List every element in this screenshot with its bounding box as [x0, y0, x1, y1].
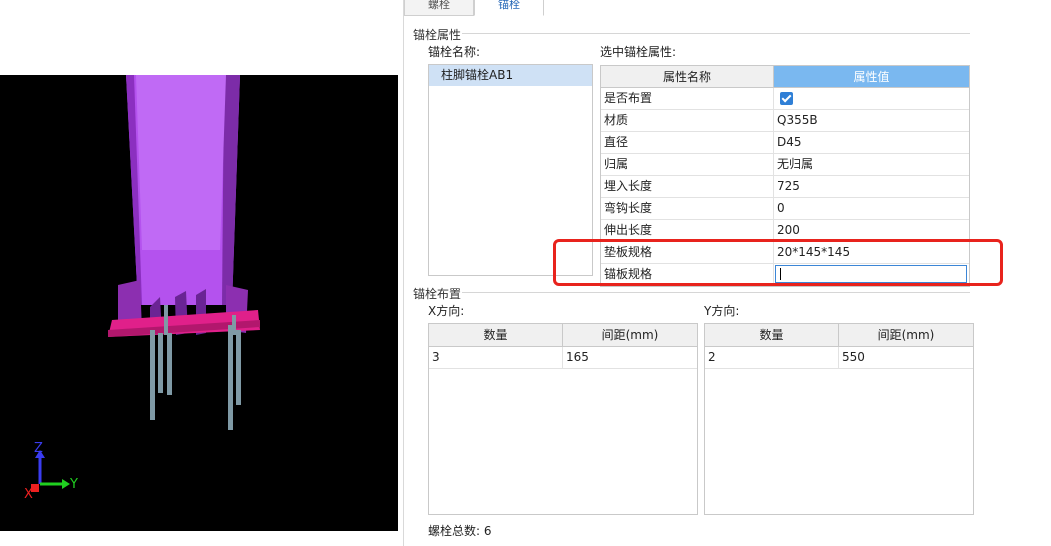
tab-bolt[interactable]: 螺栓	[404, 0, 474, 16]
layout-section-title: 锚栓布置	[413, 287, 462, 301]
table-row[interactable]: 2 550	[705, 347, 973, 369]
checkbox-checked[interactable]	[780, 92, 793, 105]
grid-row[interactable]: 是否布置	[601, 88, 969, 110]
anchor-props-title: 锚栓属性	[413, 28, 462, 42]
divider	[462, 292, 970, 293]
splitter[interactable]	[403, 0, 404, 546]
3d-viewport[interactable]: Z Y X	[0, 75, 398, 531]
prop-name: 埋入长度	[601, 176, 774, 197]
grid-row[interactable]: 材质 Q355B	[601, 110, 969, 132]
grid-row[interactable]: 直径 D45	[601, 132, 969, 154]
x-direction-table[interactable]: 数量 间距(mm) 3 165	[428, 323, 698, 515]
prop-value[interactable]: 200	[774, 220, 969, 241]
col-spacing[interactable]: 间距(mm)	[839, 324, 973, 346]
grid-row[interactable]: 埋入长度 725	[601, 176, 969, 198]
table-header: 数量 间距(mm)	[429, 324, 697, 347]
prop-value[interactable]	[774, 88, 969, 109]
y-direction-label: Y方向:	[704, 304, 740, 318]
total-bolts: 螺栓总数: 6	[428, 522, 492, 539]
prop-value[interactable]: 无归属	[774, 154, 969, 175]
prop-value[interactable]: 0	[774, 198, 969, 219]
tab-anchor-bolt[interactable]: 锚栓	[474, 0, 544, 16]
prop-name: 材质	[601, 110, 774, 131]
prop-value[interactable]: 725	[774, 176, 969, 197]
x-direction-label: X方向:	[428, 304, 465, 318]
header-value[interactable]: 属性值	[774, 66, 969, 88]
total-bolts-value: 6	[483, 524, 492, 538]
y-direction-table[interactable]: 数量 间距(mm) 2 550	[704, 323, 974, 515]
grid-row[interactable]: 归属 无归属	[601, 154, 969, 176]
axis-z-label: Z	[34, 441, 43, 456]
col-count[interactable]: 数量	[429, 324, 563, 346]
prop-value[interactable]: D45	[774, 132, 969, 153]
cell-spacing[interactable]: 165	[563, 347, 697, 368]
anchor-name-label: 锚栓名称:	[428, 45, 481, 59]
cell-count[interactable]: 2	[705, 347, 839, 368]
prop-name: 直径	[601, 132, 774, 153]
cell-spacing[interactable]: 550	[839, 347, 973, 368]
divider	[462, 33, 970, 34]
grid-header: 属性名称 属性值	[601, 66, 969, 88]
prop-name: 是否布置	[601, 88, 774, 109]
table-header: 数量 间距(mm)	[705, 324, 973, 347]
list-item[interactable]: 柱脚锚栓AB1	[429, 65, 592, 86]
prop-name: 伸出长度	[601, 220, 774, 241]
grid-row[interactable]: 弯钩长度 0	[601, 198, 969, 220]
col-spacing[interactable]: 间距(mm)	[563, 324, 697, 346]
header-name[interactable]: 属性名称	[601, 66, 774, 88]
prop-name: 归属	[601, 154, 774, 175]
axis-y-label: Y	[70, 477, 78, 492]
axis-x-label: X	[24, 487, 33, 502]
prop-value[interactable]: Q355B	[774, 110, 969, 131]
table-row[interactable]: 3 165	[429, 347, 697, 369]
prop-name: 弯钩长度	[601, 198, 774, 219]
col-count[interactable]: 数量	[705, 324, 839, 346]
highlight-box	[553, 239, 1003, 286]
selected-props-label: 选中锚栓属性:	[600, 45, 677, 59]
cell-count[interactable]: 3	[429, 347, 563, 368]
total-bolts-label: 螺栓总数:	[428, 524, 481, 538]
